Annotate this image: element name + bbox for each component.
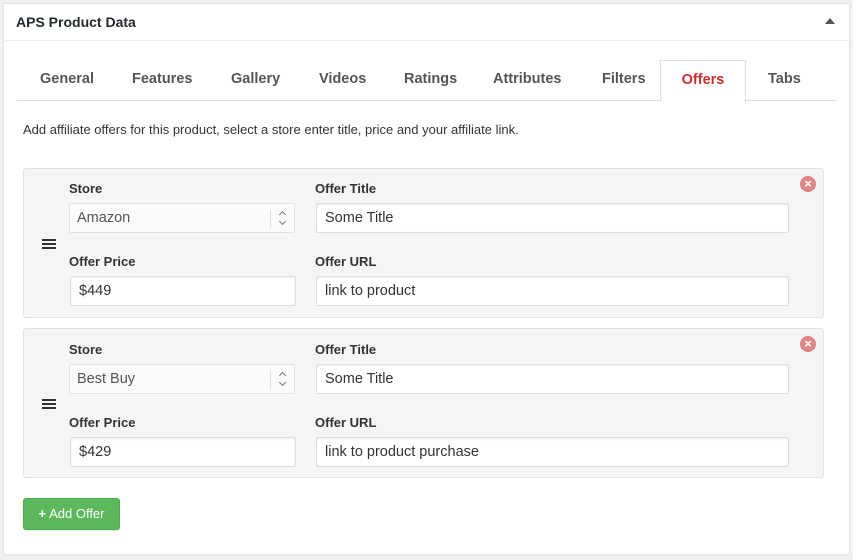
offer-price-input[interactable] xyxy=(70,276,296,306)
offer-url-label: Offer URL xyxy=(315,254,377,269)
store-label: Store xyxy=(69,181,103,196)
tab-offers[interactable]: Offers xyxy=(660,60,746,102)
store-label: Store xyxy=(69,342,103,357)
offer-url-input[interactable] xyxy=(316,437,789,467)
add-offer-label: Add Offer xyxy=(49,506,105,521)
tab-bar: General Features Gallery Videos Ratings … xyxy=(17,60,837,102)
select-arrows-icon xyxy=(270,210,294,228)
store-select-value: Best Buy xyxy=(77,371,136,387)
select-arrows-icon xyxy=(270,371,294,389)
store-select[interactable]: Best Buy xyxy=(69,364,295,394)
tab-attributes[interactable]: Attributes xyxy=(475,60,579,101)
tab-filters[interactable]: Filters xyxy=(584,60,664,101)
store-select-value: Amazon xyxy=(77,210,131,226)
tab-gallery[interactable]: Gallery xyxy=(213,60,298,101)
offer-title-input[interactable] xyxy=(316,203,789,233)
drag-handle-icon[interactable] xyxy=(42,239,56,249)
offer-title-input[interactable] xyxy=(316,364,789,394)
add-offer-button[interactable]: + Add Offer xyxy=(23,498,120,530)
offer-price-input[interactable] xyxy=(70,437,296,467)
tab-videos[interactable]: Videos xyxy=(301,60,384,101)
offer-price-label: Offer Price xyxy=(69,415,136,430)
offer-url-label: Offer URL xyxy=(315,415,377,430)
offer-url-input[interactable] xyxy=(316,276,789,306)
store-select[interactable]: Amazon xyxy=(69,203,295,233)
drag-handle-icon[interactable] xyxy=(42,399,56,409)
offer-row: × Store Amazon Offer Title Offer Price O… xyxy=(23,168,824,318)
tab-tabs[interactable]: Tabs xyxy=(750,60,819,101)
offer-title-label: Offer Title xyxy=(315,342,377,357)
remove-offer-icon[interactable]: × xyxy=(800,176,816,192)
offer-title-label: Offer Title xyxy=(315,181,377,196)
collapse-toggle-icon[interactable] xyxy=(825,18,835,24)
panel-title: APS Product Data xyxy=(16,14,136,30)
panel-header: APS Product Data xyxy=(4,4,849,41)
offers-description: Add affiliate offers for this product, s… xyxy=(23,122,519,137)
tab-general[interactable]: General xyxy=(22,60,112,101)
offer-price-label: Offer Price xyxy=(69,254,136,269)
tab-ratings[interactable]: Ratings xyxy=(386,60,475,101)
offer-row: × Store Best Buy Offer Title Offer Price… xyxy=(23,328,824,478)
remove-offer-icon[interactable]: × xyxy=(800,336,816,352)
plus-icon: + xyxy=(38,506,47,521)
tab-features[interactable]: Features xyxy=(114,60,210,101)
